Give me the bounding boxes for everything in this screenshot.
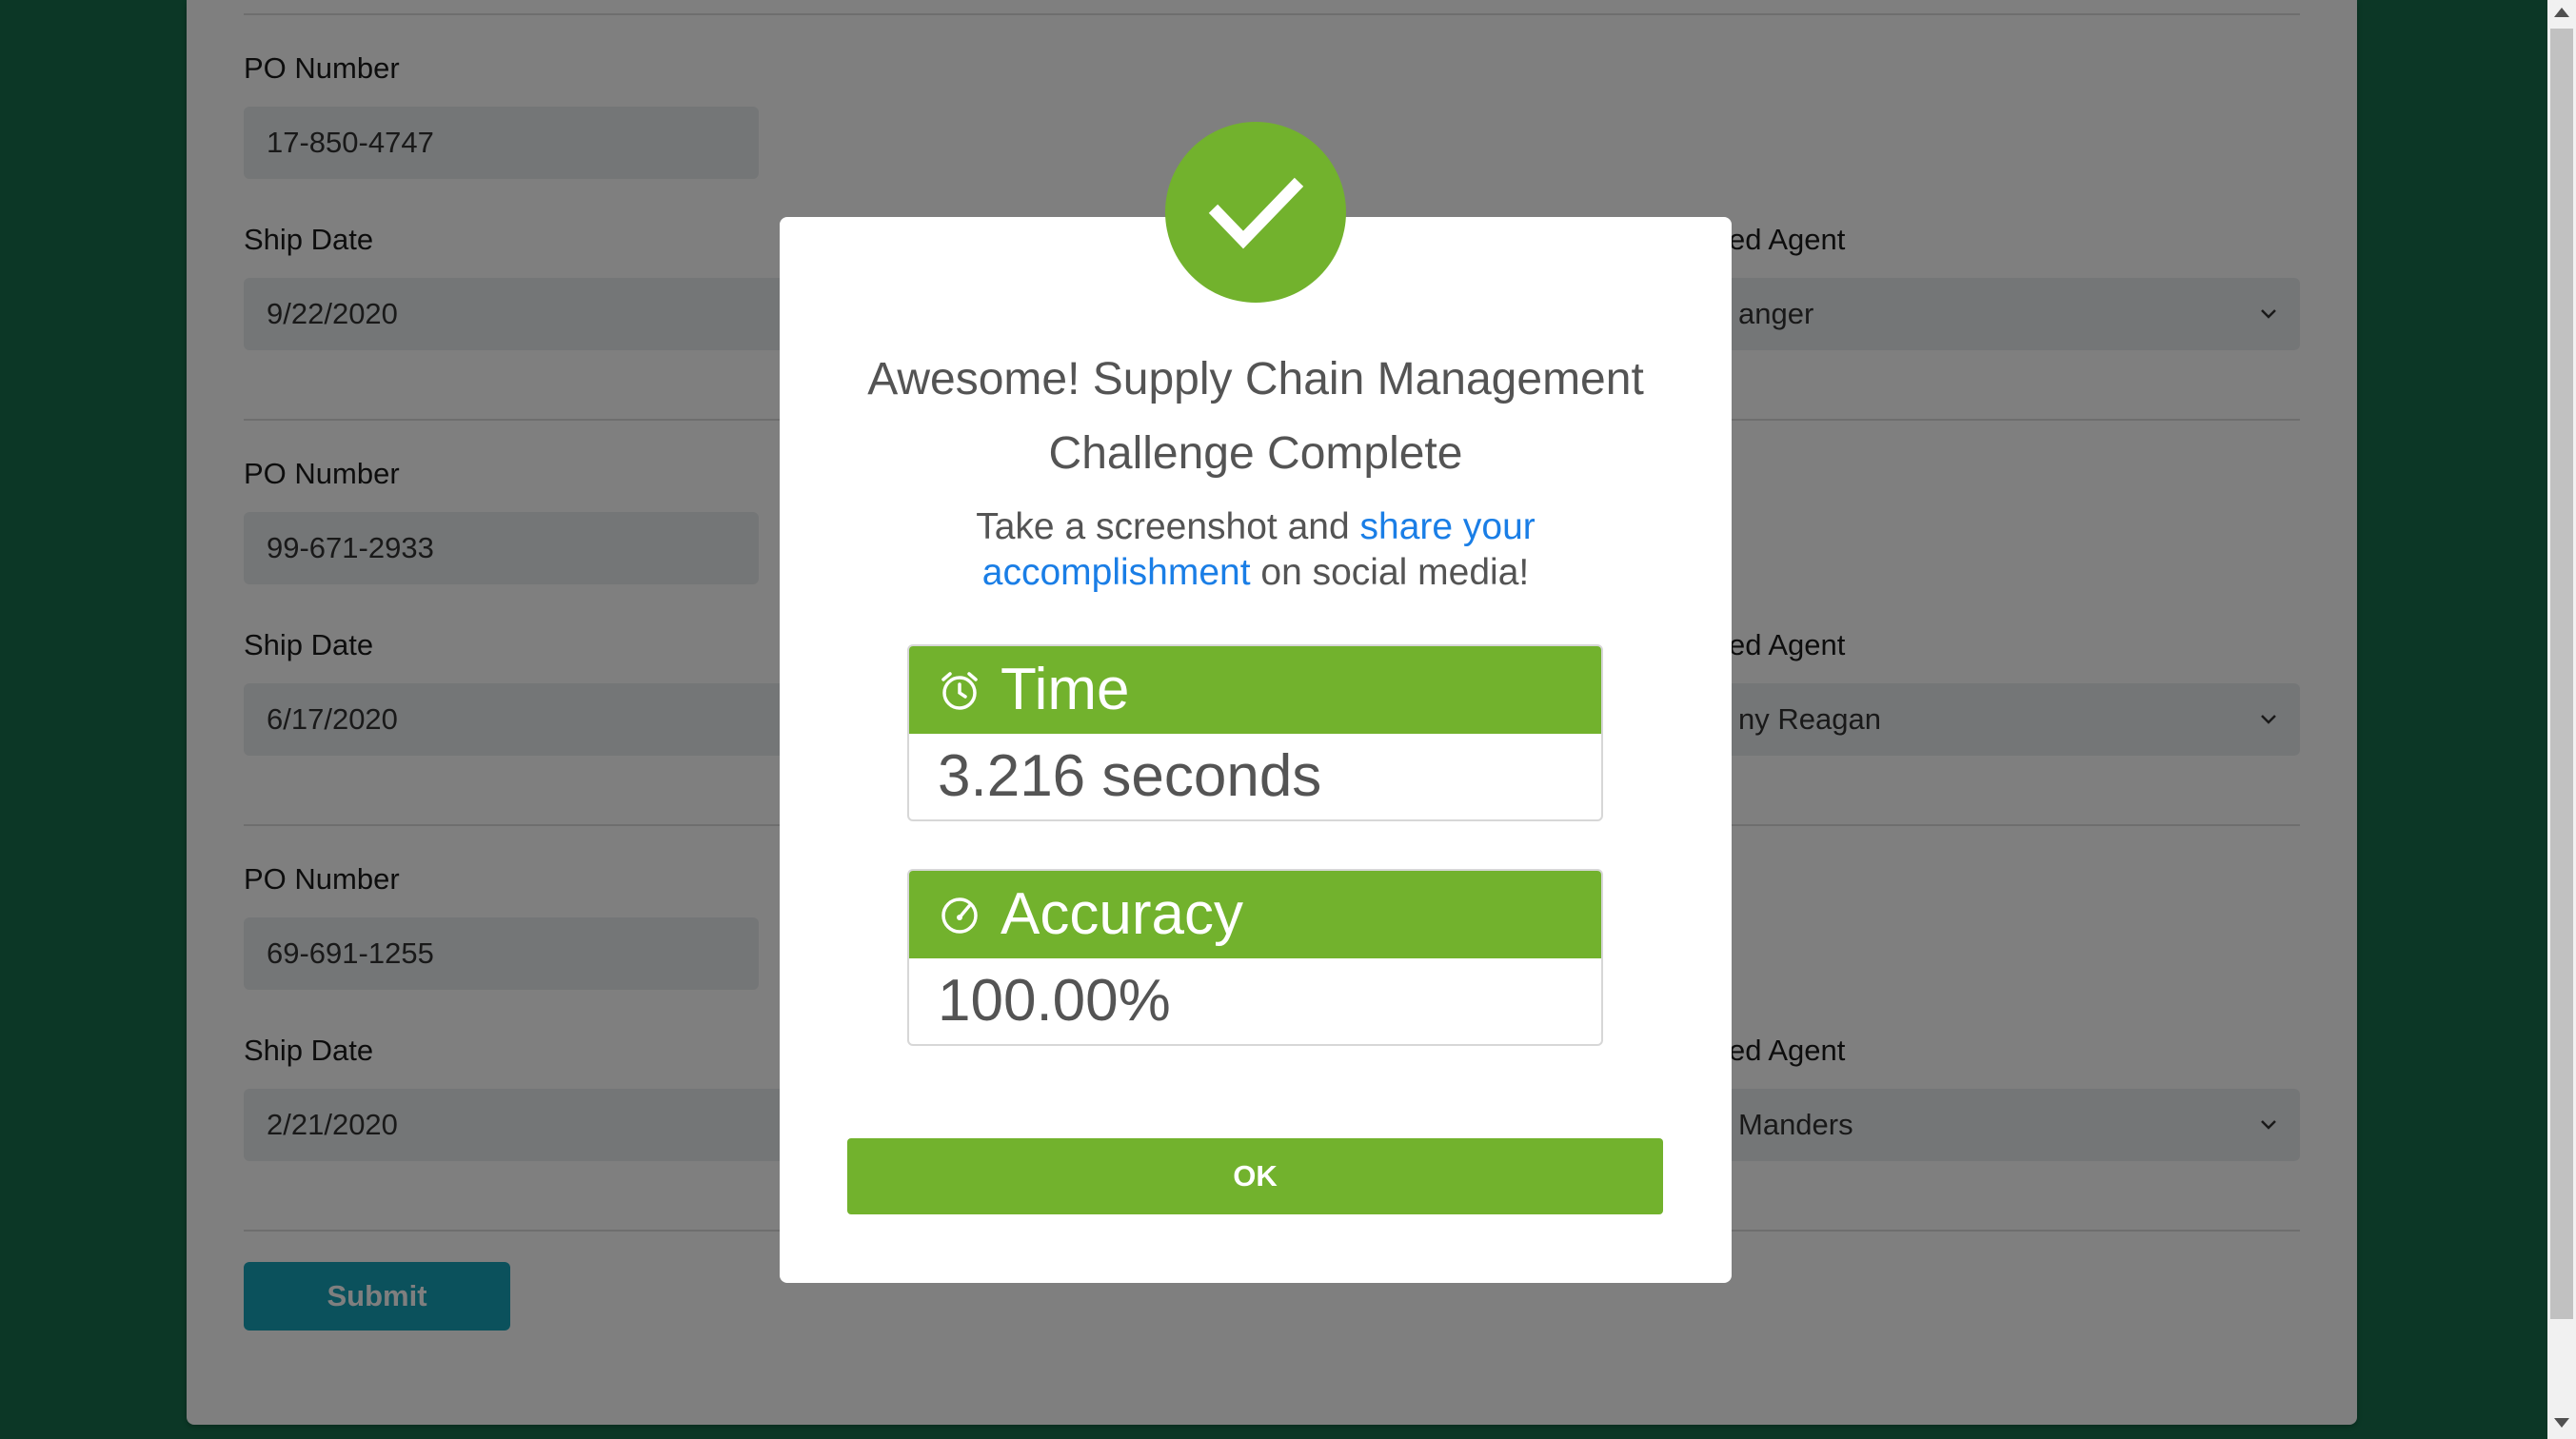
- time-label: Time: [1001, 657, 1130, 722]
- scroll-thumb[interactable]: [2550, 29, 2573, 1319]
- scrollbar[interactable]: [2547, 0, 2576, 1439]
- accuracy-stat: Accuracy 100.00%: [907, 869, 1603, 1046]
- alarm-clock-icon: [941, 672, 978, 710]
- accuracy-value: 100.00%: [938, 968, 1171, 1034]
- time-stat-header: Time: [909, 646, 1601, 734]
- accuracy-label: Accuracy: [1001, 881, 1243, 947]
- time-value: 3.216 seconds: [938, 743, 1322, 809]
- scroll-down-arrow-icon[interactable]: [2554, 1418, 2569, 1428]
- ok-button[interactable]: OK: [847, 1138, 1663, 1214]
- accuracy-stat-header: Accuracy: [909, 871, 1601, 958]
- subtitle-text: on social media!: [1250, 552, 1530, 593]
- success-badge: [1165, 122, 1346, 303]
- speedometer-icon: [941, 897, 978, 934]
- subtitle-text: Take a screenshot and: [976, 506, 1360, 547]
- modal-subtitle: Take a screenshot and share your accompl…: [914, 504, 1597, 596]
- scroll-up-arrow-icon[interactable]: [2554, 8, 2569, 17]
- time-stat: Time 3.216 seconds: [907, 644, 1603, 821]
- modal-title: Awesome! Supply Chain Management Challen…: [867, 354, 1644, 479]
- check-icon: [1208, 177, 1304, 249]
